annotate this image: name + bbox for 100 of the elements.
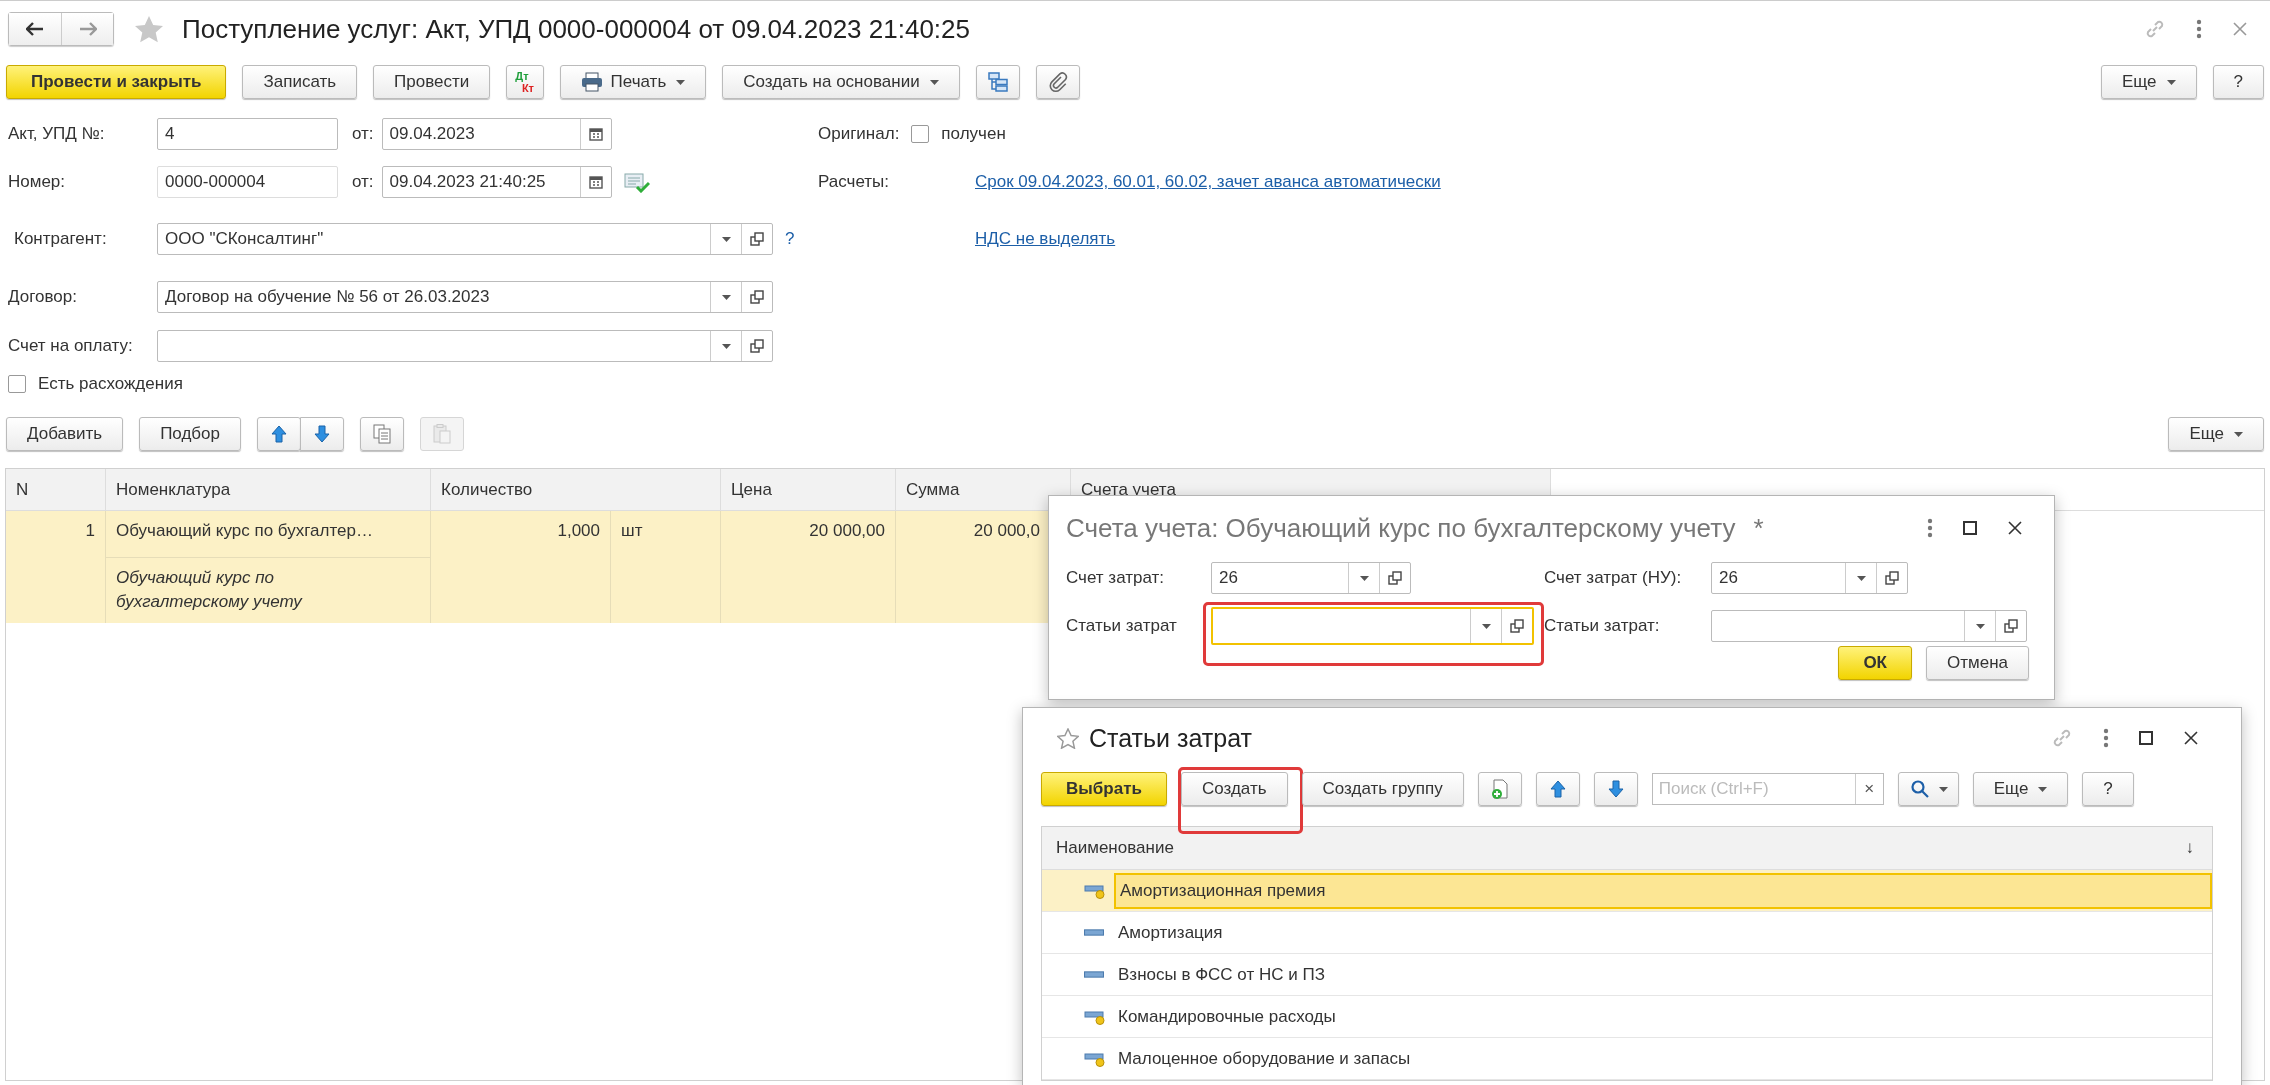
field-label: Контрагент: xyxy=(13,229,108,249)
paperclip-button[interactable] xyxy=(1035,65,1080,99)
arrow-right-icon xyxy=(78,22,97,36)
dropdown-field[interactable] xyxy=(1711,610,2027,642)
list-row[interactable]: Амортизация xyxy=(1042,912,2212,954)
field-label: Оригинал: xyxy=(818,124,900,144)
toolbar-button[interactable]: ? xyxy=(2082,772,2134,806)
column-header[interactable]: Количество xyxy=(431,469,721,511)
caret-icon xyxy=(1481,623,1491,629)
field-label: Счет затрат (НУ): xyxy=(1544,568,1683,588)
table-cell: 20 000,00 xyxy=(721,511,896,623)
number-field[interactable]: 0000-000004 xyxy=(157,166,338,198)
arrow-down-icon xyxy=(311,423,333,445)
number-field[interactable]: 4 xyxy=(157,118,338,150)
menu-button[interactable]: Создать на основании xyxy=(722,65,960,99)
column-header[interactable]: N xyxy=(6,469,106,511)
dropdown-field[interactable]: 26 xyxy=(1711,562,1908,594)
primary-button[interactable]: Выбрать xyxy=(1041,772,1167,806)
dropdown-field[interactable]: 26 xyxy=(1211,562,1411,594)
more-icon[interactable] xyxy=(2196,19,2202,39)
field-label: Номер: xyxy=(8,172,67,192)
more-icon[interactable] xyxy=(1927,518,1933,538)
document-check-icon[interactable] xyxy=(623,171,650,193)
list-row[interactable]: Амортизационная премия xyxy=(1042,870,2212,912)
column-header[interactable]: Цена xyxy=(721,469,896,511)
toolbar-button[interactable]: Провести xyxy=(373,65,491,99)
column-header[interactable]: Номенклатура xyxy=(106,469,431,511)
printer-icon xyxy=(580,72,603,92)
primary-button[interactable]: Провести и закрыть xyxy=(6,65,227,99)
column-header[interactable]: Сумма xyxy=(896,469,1071,511)
dropdown-field[interactable]: ООО "СКонсалтинг" xyxy=(157,223,773,255)
toolbar-button[interactable]: Создать xyxy=(1180,772,1288,806)
checkbox[interactable] xyxy=(8,375,26,393)
date-field[interactable]: 09.04.2023 xyxy=(381,118,612,150)
maximize-icon[interactable] xyxy=(2139,731,2153,745)
arrow-down-button[interactable] xyxy=(300,417,344,451)
toolbar-button[interactable]: Отмена xyxy=(1926,646,2029,680)
vat-link[interactable]: НДС не выделять xyxy=(975,229,1116,249)
calendar-icon xyxy=(588,175,603,189)
toolbar-button[interactable]: Создать группу xyxy=(1301,772,1464,806)
caret-icon xyxy=(1359,575,1369,581)
table-cell: Обучающий курс по бухгалтерскому учету xyxy=(106,557,431,623)
menu-button[interactable]: Еще xyxy=(1972,772,2069,806)
arrow-up-button[interactable] xyxy=(257,417,301,451)
dialog-title: Статьи затрат xyxy=(1089,723,1252,753)
search-field[interactable]: Поиск (Ctrl+F) × xyxy=(1651,773,1884,805)
open-icon xyxy=(750,339,764,353)
maximize-icon[interactable] xyxy=(1963,521,1977,535)
field-label: Расчеты: xyxy=(818,172,890,192)
search-menu-button[interactable] xyxy=(1897,772,1959,806)
hierarchy-icon xyxy=(986,71,1009,93)
column-header[interactable]: Наименование xyxy=(1056,838,1174,858)
dropdown-field[interactable] xyxy=(157,330,773,362)
more-icon[interactable] xyxy=(2103,728,2109,748)
close-icon[interactable] xyxy=(2183,730,2199,746)
menu-button[interactable]: Еще xyxy=(2100,65,2197,99)
dt-kt-button[interactable]: Дт Кт xyxy=(506,65,544,99)
close-icon[interactable] xyxy=(2007,520,2023,536)
sort-indicator[interactable]: ↓ xyxy=(2185,838,2194,858)
hierarchy-button[interactable] xyxy=(975,65,1020,99)
star-icon[interactable] xyxy=(1057,727,1079,749)
arrow-down-button[interactable] xyxy=(1593,772,1638,806)
caret-icon xyxy=(1856,575,1866,581)
date-field[interactable]: 09.04.2023 21:40:25 xyxy=(381,166,612,198)
caret-icon xyxy=(1938,786,1948,792)
list-row[interactable]: Малоценное оборудование и запасы xyxy=(1042,1038,2212,1080)
open-icon xyxy=(750,290,764,304)
star-icon[interactable] xyxy=(134,15,164,43)
table-cell: 1,000 xyxy=(431,511,611,623)
paste-icon xyxy=(431,423,453,445)
window-title: Поступление услуг: Акт, УПД 0000-000004 от 09.04.2023 21:40:25 xyxy=(182,13,970,45)
field-label: Счет на оплату: xyxy=(8,336,134,356)
settlements-link[interactable]: Срок 09.04.2023, 60.01, 60.02, зачет аванса автоматически xyxy=(975,172,1441,192)
list-row[interactable]: Командировочные расходы xyxy=(1042,996,2212,1038)
open-icon xyxy=(1510,619,1524,633)
dropdown-field[interactable]: Договор на обучение № 56 от 26.03.2023 xyxy=(157,281,773,313)
toolbar-button[interactable]: Подбор xyxy=(139,417,241,451)
field-label: от: xyxy=(352,124,374,144)
field-label: Акт, УПД №: xyxy=(8,124,106,144)
checkbox[interactable] xyxy=(911,125,930,143)
primary-button[interactable]: ОК xyxy=(1838,646,1912,680)
arrow-up-button[interactable] xyxy=(1535,772,1580,806)
back-button[interactable] xyxy=(9,13,61,45)
table-cell: Обучающий курс по бухгалтер… xyxy=(106,511,431,557)
menu-button[interactable]: Еще xyxy=(2168,417,2264,451)
caret-icon xyxy=(721,343,731,349)
toolbar-button[interactable]: ? xyxy=(2212,65,2264,99)
checkbox-label[interactable]: Есть расхождения xyxy=(38,374,183,394)
print-button[interactable]: Печать xyxy=(559,65,707,99)
calendar-icon xyxy=(588,127,603,141)
checkbox-label[interactable]: получен xyxy=(941,124,1006,144)
dropdown-field[interactable] xyxy=(1211,607,1534,645)
add-document-button[interactable] xyxy=(1477,772,1522,806)
open-icon xyxy=(750,232,764,246)
table-cell: 1 xyxy=(6,511,106,623)
help-link[interactable]: ? xyxy=(785,229,795,249)
toolbar-button[interactable]: Записать xyxy=(242,65,358,99)
toolbar-button[interactable]: Добавить xyxy=(6,417,124,451)
search-icon xyxy=(1908,778,1931,800)
list-row[interactable]: Взносы в ФСС от НС и ПЗ xyxy=(1042,954,2212,996)
